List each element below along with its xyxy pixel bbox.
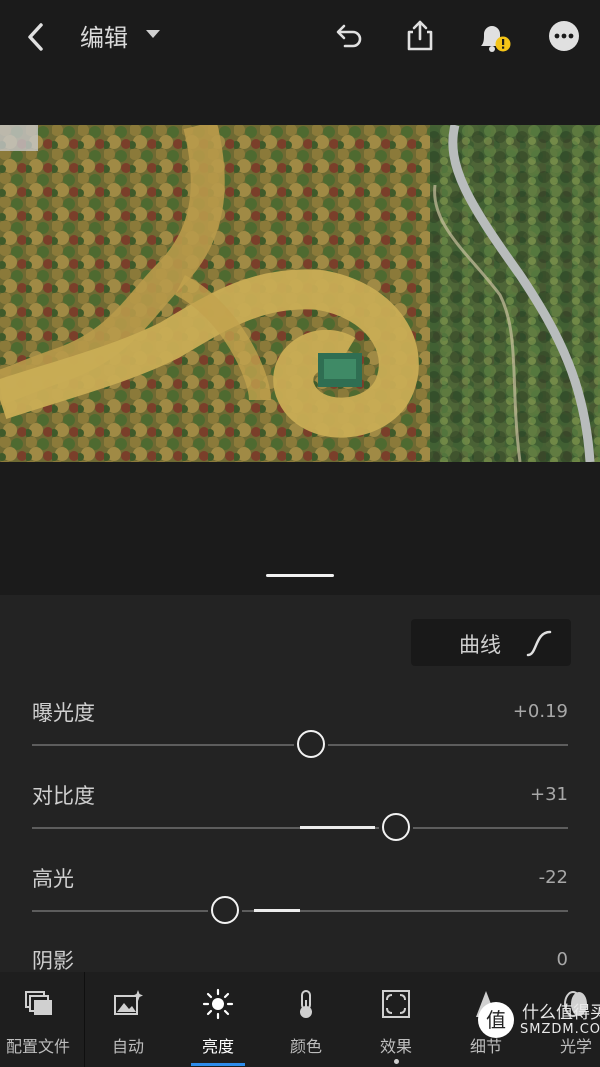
watermark-domain: SMZDM.COM: [520, 1022, 600, 1037]
aerial-photo[interactable]: [0, 125, 600, 462]
photo-canvas: [0, 72, 600, 595]
light-adjustment-panel: 曲线 曝光度 +0.19 对比度 +31 高光 -22 阴影 0: [0, 595, 600, 973]
profiles-icon: [25, 991, 52, 1015]
more-options-icon[interactable]: [546, 18, 582, 54]
tool-light[interactable]: 亮度: [174, 972, 262, 1067]
tool-light-label: 亮度: [201, 1037, 234, 1056]
contrast-value: +31: [530, 784, 568, 805]
contrast-slider[interactable]: 对比度 +31: [32, 780, 568, 860]
svg-text:值: 值: [486, 1008, 506, 1032]
highlights-slider[interactable]: 高光 -22: [32, 863, 568, 943]
tool-effects-label: 效果: [379, 1037, 412, 1056]
highlights-value: -22: [538, 867, 568, 888]
watermark-text: 什么值得买: [522, 1003, 600, 1023]
exposure-slider-thumb[interactable]: [296, 730, 325, 758]
highlights-fill: [254, 909, 300, 912]
tool-auto-label: 自动: [111, 1037, 144, 1056]
exposure-label: 曝光度: [32, 701, 95, 725]
highlights-slider-thumb[interactable]: [210, 896, 239, 924]
auto-icon: [114, 990, 143, 1015]
watermark-logo-icon: 值: [478, 1002, 514, 1038]
undo-icon[interactable]: [330, 18, 366, 54]
shadows-value: 0: [556, 949, 568, 970]
panel-drag-handle[interactable]: [266, 574, 334, 577]
back-chevron-icon[interactable]: [22, 20, 52, 54]
curve-button[interactable]: 曲线: [411, 619, 571, 666]
curve-label: 曲线: [459, 633, 501, 657]
effects-icon: [382, 990, 410, 1018]
dropdown-caret-icon[interactable]: [146, 30, 160, 38]
share-icon[interactable]: [402, 18, 438, 54]
page-title[interactable]: 编辑: [80, 18, 128, 53]
contrast-fill: [300, 826, 376, 829]
site-watermark: 值 什么值得买 SMZDM.COM: [476, 992, 600, 1052]
tone-curve-icon: [526, 630, 552, 657]
color-icon: [300, 990, 312, 1018]
highlights-label: 高光: [32, 867, 74, 891]
top-bar: 编辑: [0, 0, 600, 72]
exposure-value: +0.19: [512, 701, 568, 722]
tool-color[interactable]: 颜色: [262, 972, 350, 1067]
tool-auto[interactable]: 自动: [84, 972, 172, 1067]
active-tab-indicator: [191, 1063, 245, 1066]
effects-indicator-dot: [394, 1059, 399, 1064]
contrast-slider-thumb[interactable]: [382, 813, 411, 841]
shadows-label: 阴影: [32, 949, 74, 973]
tool-effects[interactable]: 效果: [352, 972, 440, 1067]
tool-profiles[interactable]: 配置文件: [0, 972, 82, 1067]
tool-profiles-label: 配置文件: [5, 1037, 70, 1056]
exposure-slider[interactable]: 曝光度 +0.19: [32, 697, 568, 777]
light-icon: [202, 988, 234, 1020]
highlights-track[interactable]: [32, 910, 568, 912]
notification-bell-icon[interactable]: [474, 18, 514, 58]
contrast-label: 对比度: [32, 784, 95, 808]
tool-color-label: 颜色: [289, 1037, 322, 1056]
bottom-toolbar: 配置文件 自动 亮度 颜色 效果 细节 光学 值 什么值得买 SMZDM.CO: [0, 972, 600, 1067]
